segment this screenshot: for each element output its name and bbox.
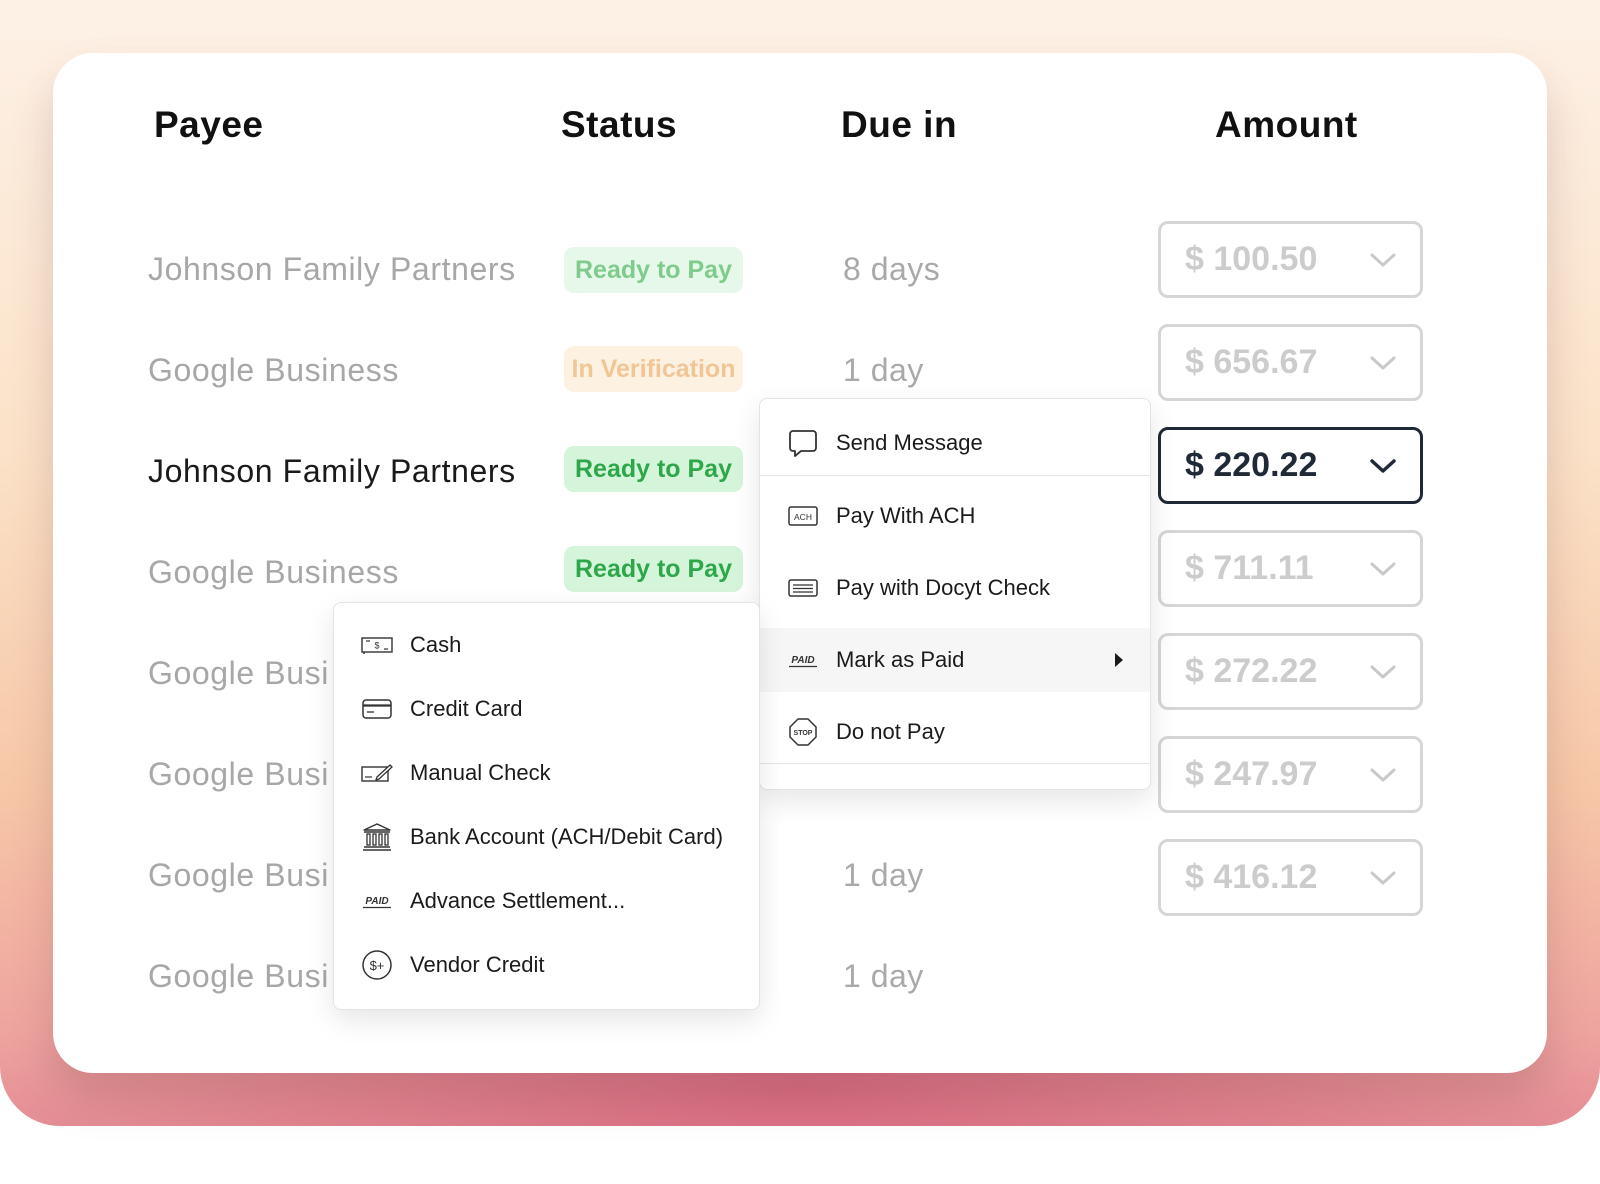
menu-item-label: Vendor Credit [410, 952, 545, 977]
submenu-item-vendor-credit[interactable]: $+ Vendor Credit [334, 933, 759, 997]
amount-value: $ 247.97 [1185, 755, 1318, 793]
chevron-down-icon [1370, 356, 1396, 370]
stop-icon: STOP [786, 717, 820, 747]
manual-check-icon [360, 758, 394, 788]
payee-name: Johnson Family Partners [148, 453, 516, 489]
submenu-item-bank-account[interactable]: Bank Account (ACH/Debit Card) [334, 805, 759, 869]
chevron-down-icon [1370, 665, 1396, 679]
submenu-item-advance-settlement[interactable]: PAID Advance Settlement... [334, 869, 759, 933]
amount-dropdown[interactable]: $ 416.12 [1158, 839, 1423, 916]
mark-as-paid-submenu: $ Cash Credit Card Manual Check Bank Acc… [333, 602, 760, 1010]
menu-item-mark-as-paid[interactable]: PAID Mark as Paid [760, 628, 1150, 692]
amount-dropdown[interactable]: $ 656.67 [1158, 324, 1423, 401]
status-badge: In Verification [564, 346, 743, 392]
menu-item-label: Pay With ACH [836, 503, 976, 528]
status-badge: Ready to Pay [564, 546, 743, 592]
due-in: 1 day [843, 958, 924, 994]
chevron-down-icon [1370, 253, 1396, 267]
paid-icon: PAID [360, 886, 394, 916]
due-in: 8 days [843, 251, 941, 287]
chevron-down-icon [1370, 768, 1396, 782]
submenu-item-credit-card[interactable]: Credit Card [334, 677, 759, 741]
amount-value: $ 711.11 [1185, 549, 1314, 587]
svg-text:ACH: ACH [794, 512, 812, 522]
chevron-down-icon [1370, 459, 1396, 473]
due-in: 1 day [843, 857, 924, 893]
amount-value: $ 272.22 [1185, 652, 1318, 690]
amount-dropdown[interactable]: $ 100.50 [1158, 221, 1423, 298]
amount-value: $ 416.12 [1185, 858, 1318, 896]
payee-name: Google Busi [148, 857, 329, 893]
menu-item-pay-with-docyt-check[interactable]: Pay with Docyt Check [760, 556, 1150, 620]
speech-bubble-icon [786, 428, 820, 458]
due-in: 1 day [843, 352, 924, 388]
menu-item-label: Pay with Docyt Check [836, 575, 1050, 600]
column-header-due[interactable]: Due in [841, 104, 957, 146]
menu-divider [760, 763, 1150, 764]
svg-text:PAID: PAID [791, 655, 814, 666]
menu-item-send-message[interactable]: Send Message [760, 411, 1150, 475]
svg-text:PAID: PAID [365, 896, 388, 907]
chevron-down-icon [1370, 562, 1396, 576]
svg-text:STOP: STOP [794, 730, 813, 737]
svg-text:$: $ [374, 641, 379, 651]
caret-right-icon [1115, 653, 1123, 667]
column-header-amount[interactable]: Amount [1215, 104, 1358, 146]
paid-icon: PAID [786, 645, 820, 675]
payee-name: Google Busi [148, 756, 329, 792]
column-header-payee[interactable]: Payee [154, 104, 264, 146]
menu-item-label: Mark as Paid [836, 647, 965, 672]
menu-item-label: Advance Settlement... [410, 888, 626, 913]
amount-dropdown[interactable]: $ 220.22 [1158, 427, 1423, 504]
cash-icon: $ [360, 630, 394, 660]
ach-icon: ACH [786, 501, 820, 531]
payee-name: Google Busi [148, 958, 329, 994]
column-header-status[interactable]: Status [561, 104, 677, 146]
amount-value: $ 220.22 [1185, 446, 1318, 484]
menu-item-label: Credit Card [410, 696, 523, 721]
payee-name: Google Business [148, 554, 399, 590]
submenu-item-manual-check[interactable]: Manual Check [334, 741, 759, 805]
amount-dropdown[interactable]: $ 711.11 [1158, 530, 1423, 607]
menu-item-label: Send Message [836, 430, 983, 455]
menu-item-label: Do not Pay [836, 719, 945, 744]
check-icon [786, 573, 820, 603]
amount-dropdown[interactable]: $ 272.22 [1158, 633, 1423, 710]
chevron-down-icon [1370, 871, 1396, 885]
status-badge: Ready to Pay [564, 446, 743, 492]
menu-item-do-not-pay[interactable]: STOP Do not Pay [760, 700, 1150, 764]
amount-value: $ 656.67 [1185, 343, 1318, 381]
menu-item-label: Cash [410, 632, 462, 657]
payment-actions-menu: Send Message ACH Pay With ACH Pay with D… [759, 398, 1151, 790]
amount-dropdown[interactable]: $ 247.97 [1158, 736, 1423, 813]
amount-value: $ 100.50 [1185, 240, 1318, 278]
status-badge: Ready to Pay [564, 247, 743, 293]
menu-item-label: Manual Check [410, 760, 551, 785]
menu-item-label: Bank Account (ACH/Debit Card) [410, 824, 724, 849]
payee-name: Google Business [148, 352, 399, 388]
svg-text:$+: $+ [370, 958, 385, 973]
bank-icon [360, 822, 394, 852]
vendor-credit-icon: $+ [360, 950, 394, 980]
menu-item-pay-with-ach[interactable]: ACH Pay With ACH [760, 484, 1150, 548]
submenu-item-cash[interactable]: $ Cash [334, 613, 759, 677]
credit-card-icon [360, 694, 394, 724]
menu-divider [760, 475, 1150, 476]
payee-name: Johnson Family Partners [148, 251, 516, 287]
payee-name: Google Busi [148, 655, 329, 691]
